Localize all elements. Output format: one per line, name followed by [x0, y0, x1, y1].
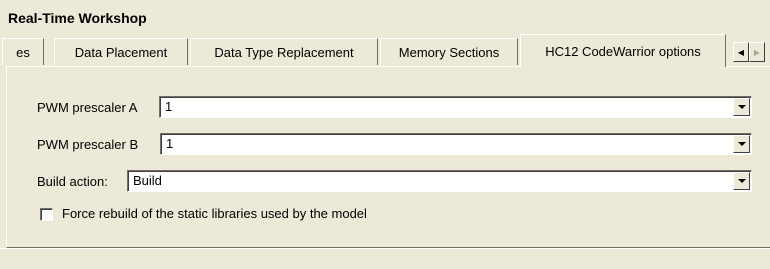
- pwm-prescaler-a-dropdown-button[interactable]: [733, 98, 750, 116]
- build-action-value: Build: [133, 173, 162, 188]
- pwm-prescaler-b-dropdown-button[interactable]: [733, 135, 750, 153]
- arrow-left-icon: ◀: [737, 47, 745, 57]
- tab-scroll-right-button[interactable]: ▶: [749, 42, 765, 62]
- tab-partial[interactable]: es: [2, 38, 44, 65]
- tab-label: Data Placement: [74, 44, 168, 60]
- force-rebuild-label[interactable]: Force rebuild of the static libraries us…: [62, 206, 367, 221]
- pwm-prescaler-a-select[interactable]: 1: [159, 96, 752, 118]
- build-action-dropdown-button[interactable]: [733, 172, 750, 190]
- pwm-prescaler-b-select[interactable]: 1: [160, 133, 752, 155]
- tab-data-placement[interactable]: Data Placement: [54, 38, 188, 65]
- tab-label: Data Type Replacement: [214, 44, 354, 60]
- pwm-prescaler-b-row: PWM prescaler B: [37, 133, 138, 155]
- pwm-prescaler-b-value: 1: [166, 136, 174, 151]
- tab-hc12-codewarrior-options[interactable]: HC12 CodeWarrior options: [520, 34, 726, 67]
- chevron-down-icon: [737, 105, 746, 109]
- divider: [0, 248, 770, 249]
- tab-memory-sections[interactable]: Memory Sections: [380, 38, 518, 65]
- tab-scroll-left-button[interactable]: ◀: [733, 42, 749, 62]
- tab-data-type-replacement[interactable]: Data Type Replacement: [190, 38, 378, 65]
- chevron-down-icon: [737, 179, 746, 183]
- pwm-prescaler-a-value: 1: [165, 99, 173, 114]
- pwm-prescaler-a-row: PWM prescaler A: [37, 96, 137, 118]
- build-action-label: Build action:: [37, 173, 108, 189]
- pwm-prescaler-a-label: PWM prescaler A: [37, 99, 138, 115]
- tab-label: HC12 CodeWarrior options: [545, 43, 701, 59]
- build-action-row: Build action:: [37, 170, 108, 192]
- tab-label: Memory Sections: [398, 44, 500, 60]
- build-action-select[interactable]: Build: [127, 170, 752, 192]
- force-rebuild-checkbox[interactable]: [40, 208, 53, 221]
- tab-label: es: [16, 44, 30, 60]
- arrow-right-icon: ▶: [753, 47, 761, 57]
- tab-strip: es Data Placement Data Type Replacement …: [0, 34, 770, 67]
- chevron-down-icon: [737, 142, 746, 146]
- window-title: Real-Time Workshop: [8, 10, 147, 26]
- pwm-prescaler-b-label: PWM prescaler B: [37, 136, 139, 152]
